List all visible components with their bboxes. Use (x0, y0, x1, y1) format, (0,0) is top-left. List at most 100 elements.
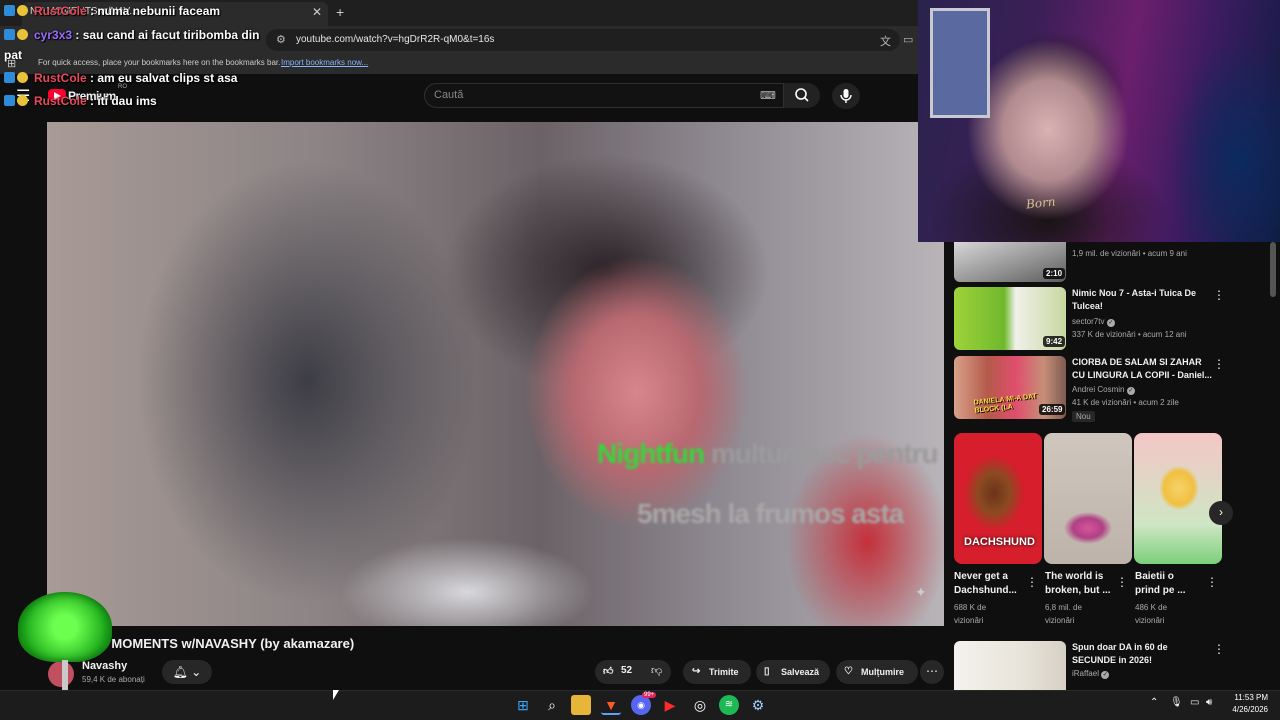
webcam-window-frame (930, 8, 990, 118)
subscriber-count: 59,4 K de abonați (82, 675, 145, 684)
video-channel[interactable]: sector7tv ✓ (1072, 316, 1115, 328)
import-bookmarks-link[interactable]: Import bookmarks now... (281, 58, 368, 67)
more-actions-button[interactable]: ⋯ (920, 660, 944, 684)
verified-icon: ✓ (1106, 319, 1115, 327)
chevron-down-icon: ⌄ (191, 665, 202, 679)
bits-badge-icon (17, 95, 28, 106)
video-player[interactable]: Nightfun multumesc pentru 5mesh la frumo… (47, 122, 944, 626)
volume-icon[interactable]: 🔊︎ (1206, 697, 1212, 708)
share-icon: ↪ (692, 666, 701, 677)
channel-avatar[interactable] (48, 661, 74, 687)
video-meta: 1,9 mil. de vizionări • acum 9 ani (1072, 249, 1187, 258)
more-vert-icon[interactable]: ⋮ (1213, 288, 1225, 302)
video-title-link[interactable]: Spun doar DA in 60 de SECUNDE in 2026! (1072, 641, 1202, 667)
sub-badge-icon (4, 29, 15, 40)
search-icon[interactable]: ⌕ (542, 695, 562, 715)
save-label: Salvează (781, 667, 820, 677)
short-thumbnail-caption: DACHSHUND (964, 536, 1035, 548)
video-channel[interactable]: Andrei Cosmin ✓ (1072, 384, 1135, 396)
thumbs-down-icon[interactable]: 👎︎ (651, 664, 662, 677)
url-text[interactable]: youtube.com/watch?v=hgDrR2R-qM0&t=16s (296, 34, 494, 45)
like-count: 52 (621, 665, 633, 676)
sub-badge-icon (4, 72, 15, 83)
youtube-app-icon[interactable]: ▶ (660, 695, 680, 715)
more-vert-icon[interactable]: ⋮ (1213, 357, 1225, 371)
watermark-icon: ✦ (915, 584, 927, 600)
more-vert-icon[interactable]: ⋮ (1116, 575, 1128, 589)
short-meta: vizionări (954, 616, 984, 625)
short-meta: 6,8 mil. de (1045, 603, 1082, 612)
site-info-icon[interactable]: ⚙ (276, 33, 286, 46)
verified-icon: ✓ (1126, 387, 1135, 395)
new-badge: Nou (1072, 411, 1095, 422)
chat-message: RustCole : numa nebunii faceam (4, 4, 220, 18)
spotify-icon[interactable]: ≋ (719, 695, 739, 715)
clock-time: 11:53 PM (1234, 693, 1268, 702)
video-title-link[interactable]: Nimic Nou 7 - Asta-i Tuica De Tulcea! (1072, 287, 1202, 313)
steam-icon[interactable]: ⚙ (748, 695, 768, 715)
more-vert-icon[interactable]: ⋮ (1213, 642, 1225, 656)
verified-icon: ✓ (1101, 671, 1110, 679)
bell-icon: 🔔︎ (172, 665, 188, 679)
video-thumbnail[interactable] (954, 641, 1066, 690)
chat-message-continuation: pat (4, 48, 22, 62)
search-icon (795, 88, 809, 102)
channel-name[interactable]: Navashy (82, 660, 127, 672)
short-title[interactable]: The world is broken, but ... (1045, 570, 1119, 598)
short-title[interactable]: Baietii o prind pe ... (1135, 570, 1201, 598)
video-duration: 9:42 (1043, 336, 1066, 347)
chevron-right-icon[interactable]: › (1209, 501, 1233, 525)
video-meta: 337 K de vizionări • acum 12 ani (1072, 330, 1187, 339)
search-button[interactable] (784, 83, 820, 108)
heart-dollar-icon: ♡ (844, 666, 853, 677)
chat-message: cyr3x3 : sau cand ai facut tiribomba din (4, 28, 259, 42)
video-title-link[interactable]: CIORBA DE SALAM SI ZAHAR CU LINGURA LA C… (1072, 356, 1212, 382)
more-vert-icon[interactable]: ⋮ (1206, 575, 1218, 589)
video-duration: 2:10 (1043, 268, 1066, 279)
video-overlay-caption-2: 5mesh la frumos asta (637, 498, 904, 529)
notifications-button[interactable]: 🔔︎ ⌄ (162, 660, 212, 684)
video-meta: 41 K de vizionări • acum 2 zile (1072, 398, 1179, 407)
taskbar-clock[interactable]: 11:53 PM 4/26/2026 (1222, 692, 1268, 716)
obs-icon[interactable]: ◎ (690, 695, 710, 715)
bits-badge-icon (17, 72, 28, 83)
more-vert-icon[interactable]: ⋮ (1026, 575, 1038, 589)
voice-search-button[interactable] (832, 83, 860, 109)
cast-icon[interactable]: ▭ (903, 33, 913, 46)
short-thumbnail[interactable] (1134, 433, 1222, 564)
bookmark-icon: ▯ (764, 666, 770, 677)
webcam-overlay: Born (918, 0, 1280, 242)
thumbs-up-icon: 👍︎ (603, 666, 614, 677)
short-meta: vizionări (1045, 616, 1075, 625)
brave-browser-icon[interactable]: ▼ (601, 695, 621, 715)
video-overlay-caption: Nightfun multumesc pentru (597, 438, 939, 469)
mouse-cursor-icon (333, 690, 339, 700)
beer-glass-overlay (18, 592, 112, 662)
sub-badge-icon (4, 95, 15, 106)
short-meta: 688 K de (954, 603, 987, 612)
plus-icon[interactable]: + (336, 4, 344, 20)
search-input[interactable] (434, 86, 744, 104)
microphone-icon[interactable]: 🎙︎ (1170, 697, 1183, 708)
video-duration: 26:59 (1039, 404, 1066, 415)
short-title[interactable]: Never get a Dachshund... (954, 570, 1028, 598)
video-channel[interactable]: iRaffael ✓ (1072, 668, 1110, 680)
shirt-logo-text: Born (1025, 194, 1057, 212)
sidebar-scrollbar[interactable] (1270, 242, 1276, 297)
microphone-icon (840, 89, 852, 103)
discord-icon[interactable]: ◉ (631, 695, 651, 715)
tray-chevron-icon[interactable]: ⌃ (1150, 697, 1158, 708)
thumbnail-caption: DANIELA MI-A DAT BLOCK (LA (973, 393, 1038, 415)
file-explorer-icon[interactable] (571, 695, 591, 715)
network-icon[interactable]: ▭ (1190, 697, 1199, 708)
bookmarks-hint: For quick access, place your bookmarks h… (38, 58, 281, 67)
chat-message: RustCole : iti dau ims (4, 94, 157, 108)
chat-message: RustCole : am eu salvat clips st asa (4, 71, 237, 85)
translate-icon[interactable]: 文 (880, 33, 891, 49)
keyboard-icon[interactable]: ⌨ (760, 89, 776, 102)
bits-badge-icon (17, 5, 28, 16)
short-thumbnail[interactable] (1044, 433, 1132, 564)
windows-start-icon[interactable]: ⊞ (513, 695, 533, 715)
close-icon[interactable]: ✕ (312, 5, 322, 19)
discord-badge: 99+ (642, 692, 657, 698)
